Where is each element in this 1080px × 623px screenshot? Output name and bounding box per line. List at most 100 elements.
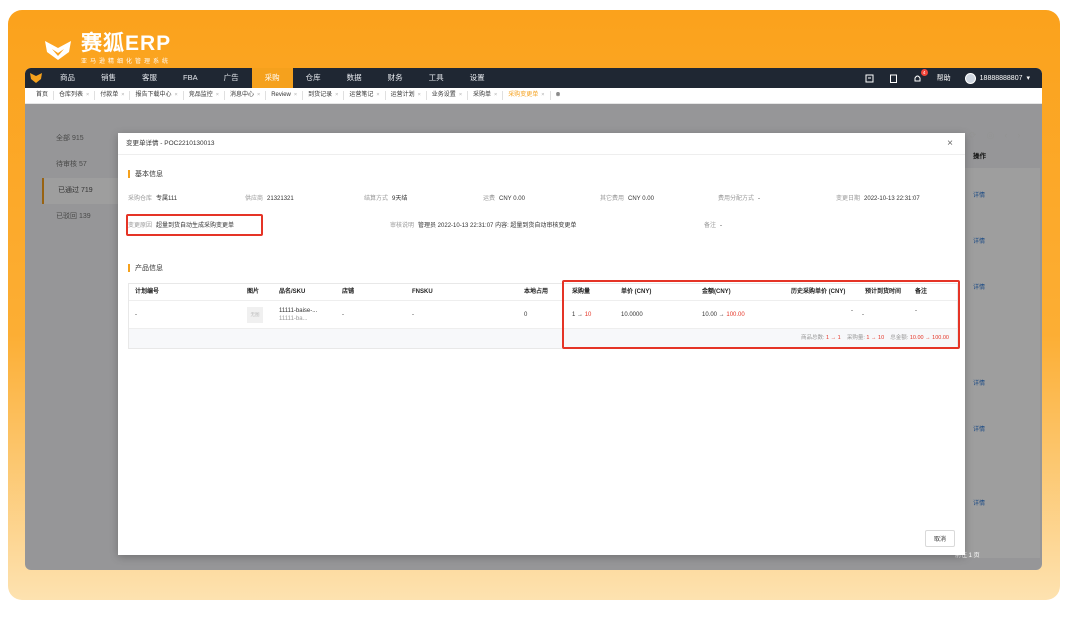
- nav-item[interactable]: 设置: [457, 68, 498, 88]
- tab-close-icon[interactable]: ×: [257, 91, 260, 100]
- tab[interactable]: 付款单 ×: [95, 91, 131, 100]
- nav-item[interactable]: 仓库: [293, 68, 334, 88]
- nav-item[interactable]: 客服: [129, 68, 170, 88]
- field-value: 2022-10-13 22:31:07: [864, 196, 920, 202]
- info-field: 结算方式 9天结: [364, 193, 407, 202]
- column-header: 店铺: [342, 289, 355, 295]
- column-header: FNSKU: [412, 289, 433, 295]
- field-value: 21321321: [267, 196, 294, 202]
- close-icon[interactable]: ×: [947, 137, 953, 151]
- tab-label: 业务设置: [431, 92, 456, 98]
- nav-item[interactable]: 广告: [211, 68, 252, 88]
- tab-close-icon[interactable]: ×: [376, 91, 379, 100]
- cancel-button[interactable]: 取消: [924, 530, 955, 547]
- section-title: 基本信息: [135, 171, 163, 178]
- avatar: [964, 72, 976, 84]
- product-name-sku[interactable]: 11111-baise-... 11111-ba...: [279, 307, 317, 323]
- nav-item[interactable]: 销售: [88, 68, 129, 88]
- tab-close-icon[interactable]: ×: [418, 91, 421, 100]
- nav-item[interactable]: 数据: [334, 68, 375, 88]
- tab[interactable]: 采购单 ×: [468, 91, 504, 100]
- bell-icon[interactable]: 4: [913, 69, 928, 83]
- nav-item[interactable]: 财务: [375, 68, 416, 88]
- tab[interactable]: Review ×: [266, 91, 304, 100]
- tab-label: 付款单: [100, 92, 119, 98]
- user-name: 18888888807: [979, 74, 1023, 82]
- notes-icon[interactable]: [865, 73, 875, 83]
- tab-label: 消息中心: [229, 92, 254, 98]
- field-value: 9天结: [392, 196, 408, 202]
- changed-columns-highlight: [562, 280, 960, 349]
- field-value: -: [758, 196, 761, 202]
- tab-close-icon[interactable]: ×: [121, 91, 124, 100]
- section-marker: [128, 170, 130, 178]
- tab-label: 仓库列表: [59, 92, 84, 98]
- local-occupied: 0: [524, 312, 528, 318]
- tab[interactable]: 首页: [31, 91, 55, 100]
- info-field: 供应商 21321321: [245, 193, 294, 202]
- field-value: CNY 0.00: [499, 196, 525, 202]
- tab[interactable]: 报告下载中心 ×: [130, 91, 184, 100]
- tab[interactable]: 运营计划 ×: [386, 91, 427, 100]
- tab[interactable]: 业务设置 ×: [427, 91, 469, 100]
- basic-info-section: 基本信息: [128, 169, 163, 179]
- tab[interactable]: 仓库列表 ×: [54, 91, 96, 100]
- tab-label: 运营计划: [390, 92, 415, 98]
- field-value: 管理员 2022-10-13 22:31:07 内容: 超量到货自动审核变更单: [418, 223, 577, 229]
- notification-badge: 4: [920, 69, 928, 76]
- field-label: 备注: [704, 223, 717, 229]
- tab-close-icon[interactable]: ×: [541, 91, 544, 100]
- brand-tagline: 亚马逊精细化管理系统: [81, 59, 172, 65]
- tab-close-icon[interactable]: ×: [216, 91, 219, 100]
- product-info-section: 产品信息: [128, 263, 163, 273]
- fnsku: -: [412, 312, 414, 318]
- column-header: 本地占用: [524, 289, 549, 295]
- tab[interactable]: 竞品监控 ×: [184, 91, 225, 100]
- nav-item[interactable]: 商品: [47, 68, 88, 88]
- info-field: 采购仓库 专属111: [128, 193, 177, 202]
- tab-label: 采购单: [473, 92, 492, 98]
- tab-close-icon[interactable]: ×: [459, 91, 462, 100]
- nav-item[interactable]: 采购: [251, 68, 293, 88]
- field-value: 专属111: [156, 196, 178, 202]
- brand: 赛狐ERP 亚马逊精细化管理系统: [43, 33, 172, 65]
- tab-label: 首页: [36, 92, 49, 98]
- section-title: 产品信息: [135, 265, 163, 272]
- field-label: 变更日期: [836, 196, 861, 202]
- product-image: 无图: [247, 307, 263, 323]
- tab[interactable]: 消息中心 ×: [225, 91, 267, 100]
- section-marker: [128, 264, 130, 272]
- app-logo-icon[interactable]: [25, 68, 47, 88]
- tab-close-icon[interactable]: ×: [86, 91, 89, 100]
- tab-close-icon[interactable]: ×: [494, 91, 497, 100]
- tab-label: 运营笔记: [349, 92, 374, 98]
- field-label: 供应商: [245, 196, 264, 202]
- user-menu[interactable]: 18888888807 ▾: [964, 72, 1030, 84]
- info-field: 运费 CNY 0.00: [483, 193, 525, 202]
- tab[interactable]: 到货记录 ×: [303, 91, 345, 100]
- field-value: CNY 0.00: [628, 196, 654, 202]
- help-link[interactable]: 帮助: [937, 73, 951, 83]
- tab-bar: 首页 仓库列表 × 付款单 × 报告下载中心 × 竞品监控 × 消息中心 × Review × 到货记录 ×…: [25, 88, 1042, 104]
- modal-header: 变更单详情 - POC2210130013 ×: [118, 133, 965, 155]
- product-name: 11111-baise-...: [279, 308, 318, 314]
- tab[interactable]: 运营笔记 ×: [344, 91, 386, 100]
- tab-close-icon[interactable]: ×: [294, 91, 297, 100]
- field-value: -: [720, 223, 723, 229]
- column-header: 图片: [247, 289, 260, 295]
- field-value: 超量到货自动生成采购变更单: [156, 223, 235, 229]
- clipboard-icon[interactable]: [889, 73, 899, 83]
- tab-close-icon[interactable]: ×: [175, 91, 178, 100]
- nav-item[interactable]: 工具: [416, 68, 457, 88]
- change-order-detail-modal: 变更单详情 - POC2210130013 × 基本信息 产品信息 计划编号 图片…: [118, 133, 965, 555]
- tab-label: 竞品监控: [188, 92, 213, 98]
- tab-close-icon[interactable]: ×: [335, 91, 338, 100]
- tab-label: 报告下载中心: [135, 92, 172, 98]
- tab[interactable]: 采购变更单 ×: [503, 91, 551, 100]
- close-all-tabs-icon[interactable]: ⊗: [551, 91, 566, 100]
- info-field: 变更日期 2022-10-13 22:31:07: [836, 193, 920, 202]
- info-field: 备注 -: [704, 220, 722, 229]
- field-label: 费用分配方式: [718, 196, 755, 202]
- info-field: 费用分配方式 -: [718, 193, 760, 202]
- nav-item[interactable]: FBA: [170, 68, 211, 88]
